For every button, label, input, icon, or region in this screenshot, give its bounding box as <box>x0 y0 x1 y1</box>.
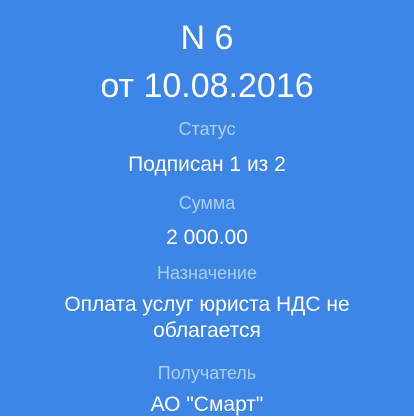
amount-value: 2 000.00 <box>166 226 248 249</box>
document-date: от 10.08.2016 <box>100 67 314 105</box>
purpose-value: Оплата услуг юриста НДС не облагается <box>64 293 350 342</box>
recipient-value: АО "Смарт" <box>150 393 264 416</box>
purpose-label: Назначение <box>156 263 257 283</box>
amount-label: Сумма <box>178 193 236 213</box>
document-number: N 6 <box>180 19 234 57</box>
status-value: Подписан 1 из 2 <box>128 153 286 176</box>
status-label: Статус <box>178 119 236 139</box>
document-details-card[interactable]: N 6 от 10.08.2016 Статус Подписан 1 из 2… <box>0 0 414 416</box>
recipient-label: Получатель <box>157 363 257 383</box>
